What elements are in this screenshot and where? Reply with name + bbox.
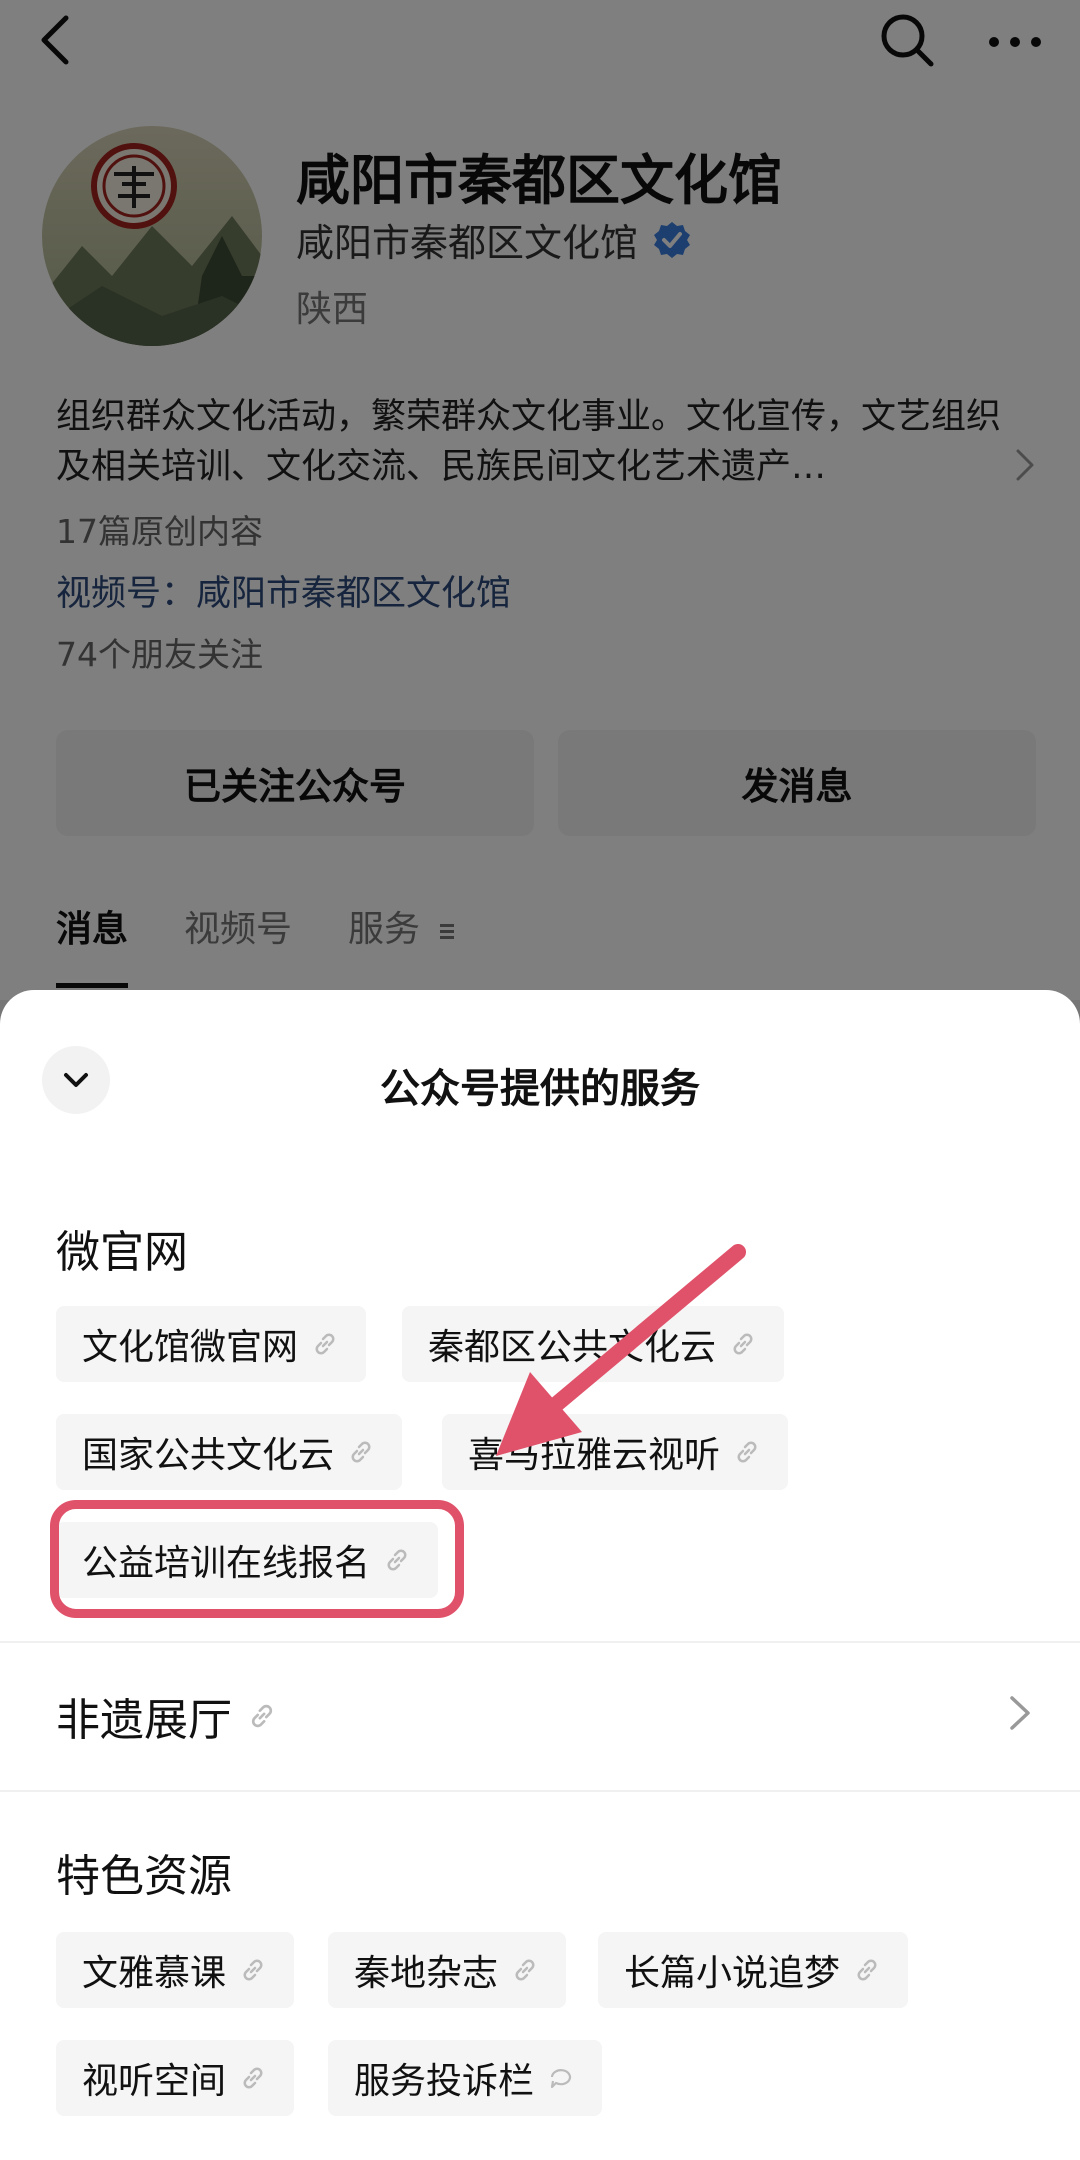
chip-label: 视听空间 xyxy=(82,2061,227,2102)
service-chip-novel-dream[interactable]: 长篇小说追梦 xyxy=(598,1932,909,2008)
chip-label: 长篇小说追梦 xyxy=(624,1953,841,1994)
sheet-title: 公众号提供的服务 xyxy=(380,1066,700,1112)
chip-label: 文化馆微官网 xyxy=(82,1327,299,1368)
chip-label: 文雅慕课 xyxy=(82,1953,227,1994)
section-title-resources: 特色资源 xyxy=(56,1851,232,1902)
link-icon xyxy=(351,1441,371,1463)
chat-bubble-icon xyxy=(550,2069,572,2089)
link-icon xyxy=(315,1333,335,1355)
service-chip-qindi-magazine[interactable]: 秦地杂志 xyxy=(328,1932,567,2008)
heritage-hall-label: 非遗展厅 xyxy=(56,1684,278,1748)
chip-label: 服务投诉栏 xyxy=(354,2061,535,2102)
service-chip-qindu-cloud[interactable]: 秦都区公共文化云 xyxy=(402,1306,785,1382)
link-icon xyxy=(733,1333,753,1355)
chevron-right-icon xyxy=(1010,1696,1030,1730)
link-icon xyxy=(737,1441,757,1463)
chip-label: 秦地杂志 xyxy=(354,1953,499,1994)
service-chip-national-cloud[interactable]: 国家公共文化云 xyxy=(56,1414,403,1490)
service-chip-audiovisual-space[interactable]: 视听空间 xyxy=(56,2040,295,2116)
link-icon xyxy=(251,1704,273,1728)
chip-label: 秦都区公共文化云 xyxy=(428,1327,717,1368)
service-chip-ximalaya[interactable]: 喜马拉雅云视听 xyxy=(442,1414,789,1490)
service-chip-complaints[interactable]: 服务投诉栏 xyxy=(328,2040,603,2116)
service-chip-wenya-mooc[interactable]: 文雅慕课 xyxy=(56,1932,295,2008)
section-title-micro-site: 微官网 xyxy=(56,1227,188,1278)
heritage-hall-title: 非遗展厅 xyxy=(56,1695,232,1746)
link-icon xyxy=(515,1959,535,1981)
chip-label: 喜马拉雅云视听 xyxy=(468,1435,721,1476)
link-icon xyxy=(243,2067,263,2089)
link-icon xyxy=(243,1959,263,1981)
divider xyxy=(0,1790,1080,1792)
link-icon xyxy=(857,1959,877,1981)
heritage-hall-row[interactable]: 非遗展厅 xyxy=(0,1640,1080,1780)
service-chip-culture-site[interactable]: 文化馆微官网 xyxy=(56,1306,367,1382)
chip-label: 国家公共文化云 xyxy=(82,1435,335,1476)
annotation-highlight-box xyxy=(50,1500,464,1618)
